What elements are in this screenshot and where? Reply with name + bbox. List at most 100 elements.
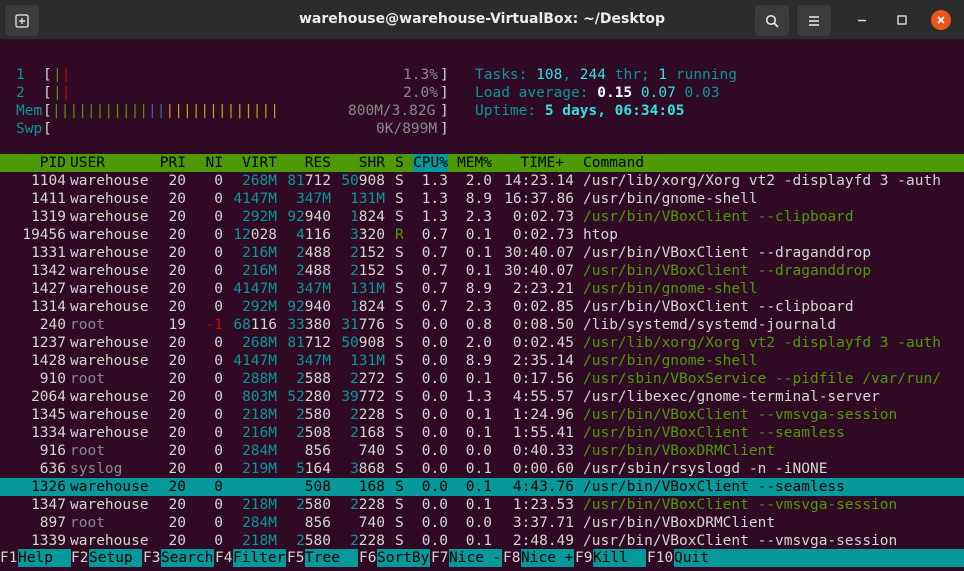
fkey-f10-label[interactable]: Quit: [674, 549, 964, 567]
process-row[interactable]: 1334 warehouse 20 0 216M 2508 2168 S 0.0 0.1 1:55.…: [0, 424, 964, 442]
cell-s: S: [395, 245, 404, 261]
process-row[interactable]: 1237 warehouse 20 0 268M 81712 50908 S 0.0 2.0 0:0…: [0, 334, 964, 352]
fkey-f10[interactable]: F10: [647, 549, 673, 567]
fkey-f3[interactable]: F3: [143, 549, 160, 567]
load-line: Load average: 0.15 0.07 0.03: [475, 84, 719, 102]
cell-s: R: [395, 227, 404, 243]
terminal-window: warehouse@warehouse-VirtualBox: ~/Deskto…: [0, 0, 964, 571]
process-row[interactable]: 1342 warehouse 20 0 216M 2488 2152 S 0.7 0.1 30:40…: [0, 262, 964, 280]
fkey-f9-label[interactable]: Kill: [593, 549, 646, 567]
cell-cmd: /lib/systemd/systemd-journald: [583, 317, 837, 333]
column-header-ni[interactable]: NI: [206, 154, 223, 172]
swp-meter: Swp [ 0K/899M ]: [0, 120, 964, 138]
cell-user: root: [70, 443, 105, 459]
process-row[interactable]: 897 root 20 0 284M 856 740 S 0.0 0.0 3:37.71/usr/b…: [0, 514, 964, 532]
cell-pid: 1427: [31, 281, 66, 297]
cell-ni: 0: [214, 371, 223, 387]
cell-ni: 0: [214, 299, 223, 315]
fkey-f8-label[interactable]: Nice +: [521, 549, 574, 567]
cell-cmd: /usr/bin/VBoxDRMClient: [583, 515, 776, 531]
process-row[interactable]: 240 root 19 -1 68116 33380 31776 S 0.0 0.8 0:08.50…: [0, 316, 964, 334]
search-button[interactable]: [755, 5, 789, 36]
process-row[interactable]: 1428 warehouse 20 0 4147M 347M 131M S 0.0 8.9 2:35…: [0, 352, 964, 370]
process-row[interactable]: 1326 warehouse 20 0 216M 2508 2168 S 0.0 0.1 4:43.…: [0, 478, 964, 496]
maximize-button[interactable]: [894, 12, 910, 28]
fkey-f1[interactable]: F1: [0, 549, 17, 567]
process-row[interactable]: 1319 warehouse 20 0 292M 92940 1824 S 1.3 2.3 0:02…: [0, 208, 964, 226]
cell-res: 81712: [287, 173, 331, 189]
column-header-pri[interactable]: PRI: [160, 154, 186, 172]
cell-cmd: /usr/bin/VBoxClient --seamless: [583, 425, 845, 441]
cell-mem: 0.1: [465, 479, 492, 495]
cell-cmd: /usr/bin/VBoxClient --draganddrop: [583, 245, 872, 261]
fkey-f3-label[interactable]: Search: [161, 549, 214, 567]
cell-user: warehouse: [70, 299, 149, 315]
cell-pid: 1319: [31, 209, 66, 225]
cell-user: warehouse: [70, 335, 149, 351]
process-row[interactable]: 1339 warehouse 20 0 218M 2580 2228 S 0.0 0.1 2:48.…: [0, 532, 964, 550]
cell-s: S: [395, 209, 404, 225]
column-header-time[interactable]: TIME+: [520, 154, 564, 172]
column-header-command[interactable]: Command: [583, 154, 644, 172]
cell-user: warehouse: [70, 281, 149, 297]
tasks-count: 108: [536, 67, 563, 83]
htop-view[interactable]: 1 [ || 1.3% ] 2 [ || 2.0% ] Mem [ ||||||…: [0, 40, 964, 571]
fkey-f4-label[interactable]: Filter: [233, 549, 286, 567]
process-row[interactable]: 636 syslog 20 0 219M 5164 3868 S 0.0 0.1 0:00.60/u…: [0, 460, 964, 478]
close-button[interactable]: [931, 10, 951, 30]
fkey-f5-label[interactable]: Tree: [305, 549, 358, 567]
fkey-f2[interactable]: F2: [71, 549, 88, 567]
process-row[interactable]: 1347 warehouse 20 0 218M 2580 2228 S 0.0 0.1 1:23.…: [0, 496, 964, 514]
cell-shr: 131M: [350, 191, 385, 207]
cell-shr: 3320: [350, 227, 385, 243]
cell-s: S: [395, 299, 404, 315]
process-row[interactable]: 2064 warehouse 20 0 803M 52280 39772 S 0.0 1.3 4:5…: [0, 388, 964, 406]
column-header-res[interactable]: RES: [305, 154, 331, 172]
fkey-f6-label[interactable]: SortBy: [377, 549, 430, 567]
fkey-f9[interactable]: F9: [575, 549, 592, 567]
column-header-shr[interactable]: SHR: [359, 154, 385, 172]
column-header-s[interactable]: S: [395, 154, 404, 172]
cell-time: 1:24.96: [512, 407, 574, 423]
process-row[interactable]: 1411 warehouse 20 0 4147M 347M 131M S 1.3 8.9 16:3…: [0, 190, 964, 208]
fkey-f8[interactable]: F8: [503, 549, 520, 567]
column-header-cpu[interactable]: CPU%: [413, 154, 448, 172]
cell-ni: 0: [214, 479, 223, 495]
column-header[interactable]: PID USER PRI NI VIRT RES SHR S CPU% MEM% TIME+ Comm…: [0, 154, 964, 172]
column-header-pid[interactable]: PID: [40, 154, 66, 172]
menu-button[interactable]: [797, 5, 831, 36]
process-row[interactable]: 1331 warehouse 20 0 216M 2488 2152 S 0.7 0.1 30:40…: [0, 244, 964, 262]
process-row[interactable]: 1427 warehouse 20 0 4147M 347M 131M S 0.7 8.9 2:23…: [0, 280, 964, 298]
fkey-f1-label[interactable]: Help: [18, 549, 71, 567]
column-header-virt[interactable]: VIRT: [242, 154, 277, 172]
cell-cmd: /usr/bin/VBoxClient --vmsvga-session: [583, 407, 898, 423]
cell-shr: 2272: [350, 371, 385, 387]
column-header-mem[interactable]: MEM%: [457, 154, 492, 172]
cell-pid: 1331: [31, 245, 66, 261]
fkey-f5[interactable]: F5: [287, 549, 304, 567]
cell-cpu: 0.0: [421, 353, 448, 369]
minimize-button[interactable]: [854, 12, 870, 28]
fkey-f2-label[interactable]: Setup: [89, 549, 142, 567]
process-row[interactable]: 1314 warehouse 20 0 292M 92940 1824 S 0.7 2.3 0:02…: [0, 298, 964, 316]
process-row[interactable]: 916 root 20 0 284M 856 740 S 0.0 0.0 0:40.33/usr/b…: [0, 442, 964, 460]
process-row[interactable]: 19456 warehouse 20 0 12028 4116 3320 R 0.7 0.1 0:0…: [0, 226, 964, 244]
column-header-user[interactable]: USER: [70, 154, 105, 172]
cell-res: 2580: [296, 497, 331, 513]
title-bar: warehouse@warehouse-VirtualBox: ~/Deskto…: [0, 0, 964, 40]
cell-mem: 0.1: [465, 497, 492, 513]
process-row[interactable]: 1345 warehouse 20 0 218M 2580 2228 S 0.0 0.1 1:24.…: [0, 406, 964, 424]
cell-user: warehouse: [70, 263, 149, 279]
swp-value: 0K/899M: [376, 121, 438, 137]
cell-pid: 1314: [31, 299, 66, 315]
cell-time: 0:02.73: [512, 227, 574, 243]
cell-cpu: 0.0: [421, 461, 448, 477]
process-row[interactable]: 910 root 20 0 288M 2588 2272 S 0.0 0.1 0:17.56/usr…: [0, 370, 964, 388]
process-row[interactable]: 1104 warehouse 20 0 268M 81712 50908 S 1.3 2.0 14:…: [0, 172, 964, 190]
fkey-f4[interactable]: F4: [215, 549, 232, 567]
fkey-f7-label[interactable]: Nice -: [449, 549, 502, 567]
cell-mem: 8.9: [465, 281, 492, 297]
fkey-f6[interactable]: F6: [359, 549, 376, 567]
cell-shr: 2152: [350, 263, 385, 279]
fkey-f7[interactable]: F7: [431, 549, 448, 567]
